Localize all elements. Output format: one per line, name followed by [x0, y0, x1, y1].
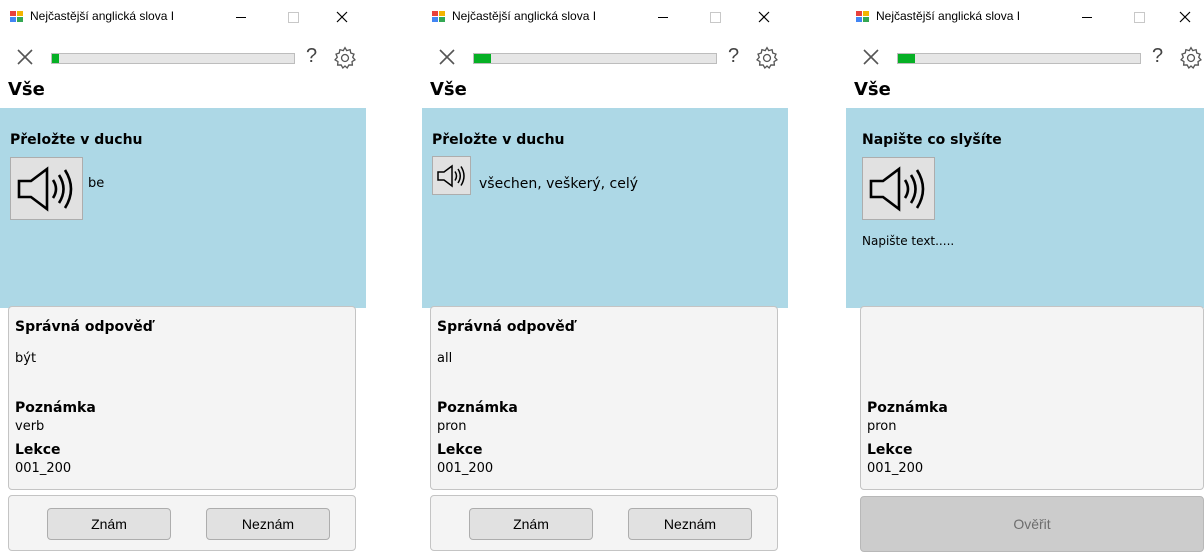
window-close-button[interactable] [1170, 5, 1200, 29]
title-bar: Nejčastější anglická slova I [846, 0, 1204, 34]
app-window-1: Nejčastější anglická slova I ? Vše Přelo… [0, 0, 366, 552]
toolbar: ? [422, 38, 788, 76]
lesson-value: 001_200 [867, 461, 924, 476]
help-icon[interactable]: ? [306, 45, 317, 68]
window-title: Nejčastější anglická slova I [30, 9, 175, 23]
answer-panel: Správná odpověď být Poznámka verb Lekce … [8, 306, 356, 490]
play-sound-button[interactable] [862, 157, 935, 220]
prompt-label: Přeložte v duchu [10, 132, 143, 148]
app-icon [10, 11, 24, 23]
progress-fill [474, 54, 491, 63]
app-window-3: Nejčastější anglická slova I ? Vše Napiš… [846, 0, 1204, 552]
know-button[interactable]: Znám [47, 508, 171, 540]
maximize-button[interactable] [700, 5, 730, 29]
note-value: pron [437, 419, 467, 434]
progress-bar [473, 53, 717, 64]
minimize-icon [658, 16, 668, 18]
page-title: Vše [8, 79, 45, 100]
progress-bar [51, 53, 295, 64]
window-title: Nejčastější anglická slova I [452, 9, 597, 23]
know-button[interactable]: Znám [469, 508, 593, 540]
minimize-icon [236, 16, 246, 18]
gear-icon[interactable] [1178, 45, 1204, 71]
answer-text-input[interactable]: Napište text..... [862, 234, 954, 248]
word-to-translate: všechen, veškerý, celý [479, 176, 638, 192]
toolbar: ? [0, 38, 366, 76]
window-title: Nejčastější anglická slova I [876, 9, 1021, 23]
question-area: Přeložte v duchu be [0, 108, 366, 308]
minimize-icon [1082, 16, 1092, 18]
lesson-label: Lekce [867, 442, 913, 458]
page-title: Vše [430, 79, 467, 100]
dont-know-button[interactable]: Neznám [206, 508, 330, 540]
answer-label: Správná odpověď [15, 319, 153, 335]
close-icon [1179, 11, 1191, 23]
answer-label: Správná odpověď [437, 319, 575, 335]
play-sound-button[interactable] [10, 157, 83, 220]
exit-lesson-icon[interactable] [862, 48, 880, 66]
note-label: Poznámka [437, 400, 518, 416]
maximize-button[interactable] [278, 5, 308, 29]
dont-know-button[interactable]: Neznám [628, 508, 752, 540]
gear-icon[interactable] [754, 45, 780, 71]
note-label: Poznámka [15, 400, 96, 416]
close-icon [336, 11, 348, 23]
minimize-button[interactable] [226, 5, 256, 29]
lesson-label: Lekce [15, 442, 61, 458]
exit-lesson-icon[interactable] [438, 48, 456, 66]
maximize-icon [287, 11, 299, 23]
verify-button[interactable]: Ověřit [860, 496, 1204, 552]
window-close-button[interactable] [327, 5, 357, 29]
answer-value: být [15, 351, 37, 366]
title-bar: Nejčastější anglická slova I [0, 0, 366, 34]
maximize-button[interactable] [1124, 5, 1154, 29]
button-panel: Znám Neznám [430, 495, 778, 551]
question-area: Přeložte v duchu všechen, veškerý, celý [422, 108, 788, 308]
prompt-label: Napište co slyšíte [862, 132, 1002, 148]
help-icon[interactable]: ? [728, 45, 739, 68]
page-title: Vše [854, 79, 891, 100]
maximize-icon [709, 11, 721, 23]
app-icon [432, 11, 446, 23]
lesson-value: 001_200 [437, 461, 494, 476]
note-label: Poznámka [867, 400, 948, 416]
answer-value: all [437, 351, 453, 366]
word-to-translate: be [88, 176, 105, 191]
prompt-label: Přeložte v duchu [432, 132, 565, 148]
speaker-icon [869, 165, 924, 212]
help-icon[interactable]: ? [1152, 45, 1163, 68]
lesson-value: 001_200 [15, 461, 72, 476]
maximize-icon [1133, 11, 1145, 23]
progress-fill [898, 54, 915, 63]
app-icon [856, 11, 870, 23]
minimize-button[interactable] [1072, 5, 1102, 29]
app-window-2: Nejčastější anglická slova I ? Vše Přelo… [422, 0, 788, 552]
minimize-button[interactable] [648, 5, 678, 29]
question-area: Napište co slyšíte Napište text..... [846, 108, 1204, 308]
note-value: verb [15, 419, 45, 434]
toolbar: ? [846, 38, 1204, 76]
note-value: pron [867, 419, 897, 434]
play-sound-button[interactable] [432, 156, 471, 195]
answer-panel: Správná odpověď all Poznámka pron Lekce … [430, 306, 778, 490]
speaker-icon [436, 164, 465, 187]
button-panel: Znám Neznám [8, 495, 356, 551]
progress-fill [52, 54, 60, 63]
progress-bar [897, 53, 1141, 64]
exit-lesson-icon[interactable] [16, 48, 34, 66]
close-icon [758, 11, 770, 23]
lesson-label: Lekce [437, 442, 483, 458]
info-panel: Poznámka pron Lekce 001_200 [860, 306, 1204, 490]
gear-icon[interactable] [332, 45, 358, 71]
title-bar: Nejčastější anglická slova I [422, 0, 788, 34]
speaker-icon [17, 165, 72, 212]
window-close-button[interactable] [749, 5, 779, 29]
